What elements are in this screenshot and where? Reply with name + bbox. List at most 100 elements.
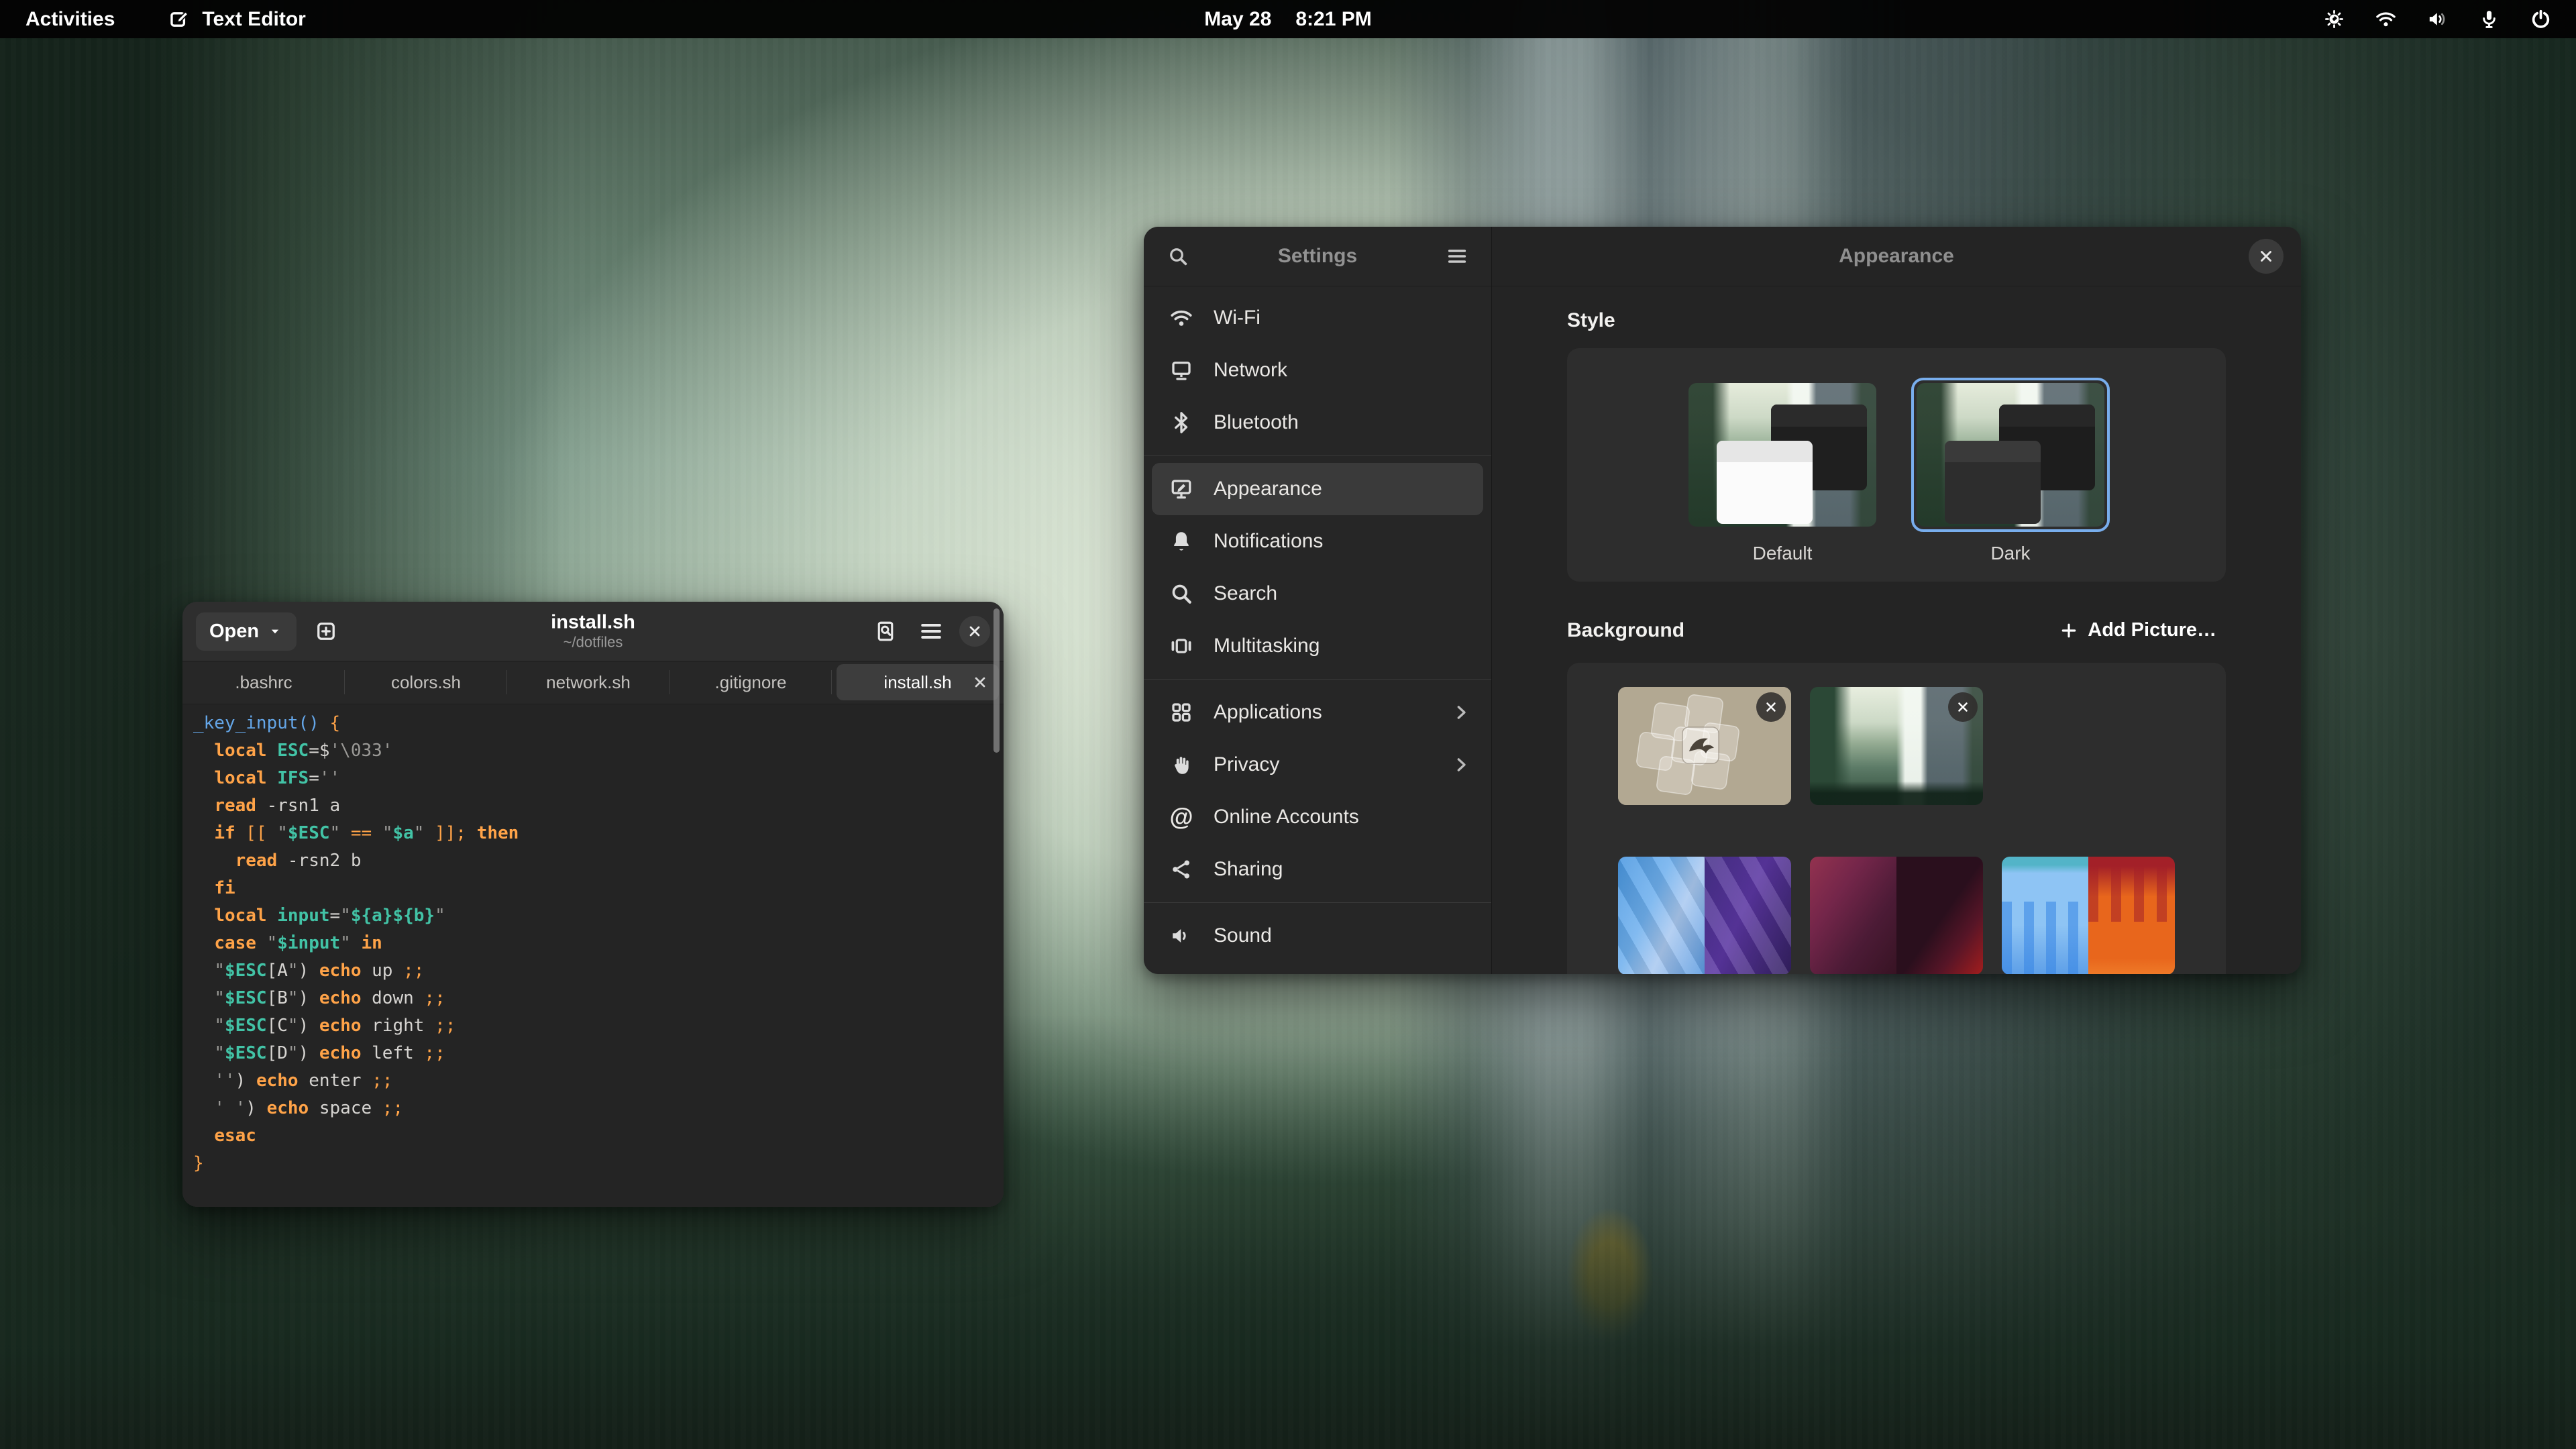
- wifi-icon[interactable]: [2375, 8, 2397, 30]
- tab-bar: .bashrc colors.sh network.sh .gitignore …: [182, 661, 1004, 704]
- forest-waterfall-wallpaper[interactable]: [1810, 687, 1983, 805]
- style-option-dark[interactable]: Dark: [1911, 378, 2110, 582]
- focused-app-indicator[interactable]: Text Editor: [158, 0, 316, 38]
- tab-label: install.sh: [883, 672, 951, 693]
- code-line: read -rsn1 a: [193, 792, 1004, 820]
- document-search-button[interactable]: [868, 614, 903, 649]
- background-card: [1567, 663, 2226, 974]
- text-editor-headerbar: Open install.sh ~/dotfiles: [182, 602, 1004, 661]
- code-line: _new_line_foreach_item() {: [193, 1205, 1004, 1207]
- red-waves-wallpaper[interactable]: [1810, 857, 1983, 974]
- hamburger-menu-icon: [919, 619, 943, 643]
- sidebar-item-applications[interactable]: Applications: [1152, 686, 1483, 739]
- close-window-button[interactable]: [959, 616, 990, 647]
- search-button[interactable]: [1161, 239, 1195, 273]
- glass-tiles-wallpaper[interactable]: [1618, 687, 1791, 805]
- new-tab-icon: [314, 619, 338, 643]
- code-line: "$ESC[C") echo right ;;: [193, 1012, 1004, 1040]
- close-icon: [1764, 700, 1778, 714]
- sidebar-item-label: Appearance: [1214, 478, 1322, 500]
- tab-network.sh[interactable]: network.sh: [507, 661, 669, 704]
- sidebar-item-appearance[interactable]: Appearance: [1152, 463, 1483, 515]
- sidebar-item-multitasking[interactable]: Multitasking: [1152, 620, 1483, 672]
- style-preview-dark: [1917, 383, 2104, 527]
- sidebar-item-sharing[interactable]: Sharing: [1152, 843, 1483, 896]
- top-bar: Activities Text Editor May 28 8:21 PM: [0, 0, 2576, 38]
- document-search-icon: [873, 619, 898, 643]
- at-icon: @: [1169, 805, 1193, 829]
- hexagons-wallpaper[interactable]: [1618, 857, 1791, 974]
- sidebar-item-online-accounts[interactable]: @ Online Accounts: [1152, 791, 1483, 843]
- close-icon: [1955, 700, 1970, 714]
- code-line: if [[ "$ESC" == "$a" ]]; then: [193, 820, 1004, 847]
- time-label: 8:21 PM: [1295, 8, 1371, 31]
- tab-colors.sh[interactable]: colors.sh: [345, 661, 507, 704]
- sidebar-item-privacy[interactable]: Privacy: [1152, 739, 1483, 791]
- multitasking-icon: [1169, 634, 1193, 658]
- chevron-right-icon: [1451, 702, 1471, 722]
- sidebar-item-search[interactable]: Search: [1152, 568, 1483, 620]
- panel-headerbar: Appearance: [1492, 227, 2301, 286]
- sidebar-item-bluetooth[interactable]: Bluetooth: [1152, 396, 1483, 449]
- power-icon[interactable]: [2530, 8, 2552, 30]
- remove-wallpaper-button[interactable]: [1948, 692, 1978, 722]
- document-folder: ~/dotfiles: [551, 634, 635, 651]
- activities-label: Activities: [25, 8, 115, 31]
- sidebar-item-label: Applications: [1214, 701, 1322, 724]
- tab-.bashrc[interactable]: .bashrc: [182, 661, 345, 704]
- desktop: Activities Text Editor May 28 8:21 PM Op…: [0, 0, 2576, 1449]
- code-line: local input="${a}${b}": [193, 902, 1004, 930]
- document-name: install.sh: [551, 612, 635, 634]
- code-line: }: [193, 1150, 1004, 1177]
- close-settings-button[interactable]: [2249, 239, 2284, 274]
- microphone-icon[interactable]: [2478, 8, 2500, 30]
- sidebar-item-label: Multitasking: [1214, 635, 1320, 657]
- sidebar-item-label: Bluetooth: [1214, 411, 1299, 434]
- sidebar-item-wi-fi[interactable]: Wi-Fi: [1152, 292, 1483, 344]
- plus-icon: [2059, 621, 2078, 640]
- sidebar-divider: [1144, 679, 1491, 680]
- system-status-area[interactable]: [2323, 0, 2576, 38]
- sidebar-item-sound[interactable]: Sound: [1152, 910, 1483, 962]
- sidebar-item-notifications[interactable]: Notifications: [1152, 515, 1483, 568]
- style-preview-default: [1688, 383, 1876, 527]
- sidebar-item-network[interactable]: Network: [1152, 344, 1483, 396]
- tab-install.sh[interactable]: install.sh: [837, 664, 999, 700]
- editor-scrollbar[interactable]: [994, 608, 1000, 753]
- text-editor-app-icon: [168, 8, 191, 31]
- style-option-default[interactable]: Default: [1683, 378, 1882, 582]
- code-line: _key_input() {: [193, 710, 1004, 737]
- primary-menu-button[interactable]: [1440, 239, 1474, 273]
- activities-button[interactable]: Activities: [0, 0, 140, 38]
- code-line: read -rsn2 b: [193, 847, 1004, 875]
- night-light-icon[interactable]: [2323, 8, 2345, 30]
- style-option-label: Dark: [1990, 543, 2030, 564]
- close-icon: [2257, 248, 2275, 265]
- settings-content: Appearance Style Default Dark Background: [1492, 227, 2301, 974]
- sidebar-item-label: Search: [1214, 582, 1277, 605]
- open-button[interactable]: Open: [196, 612, 297, 651]
- sidebar-headerbar: Settings: [1144, 227, 1491, 286]
- remove-wallpaper-button[interactable]: [1756, 692, 1786, 722]
- text-editor-window: Open install.sh ~/dotfiles: [182, 602, 1004, 1207]
- tab-close-icon[interactable]: [972, 674, 988, 690]
- code-line: case "$input" in: [193, 930, 1004, 957]
- code-editor-area[interactable]: _key_input() { local ESC=$'\033' local I…: [182, 704, 1004, 1207]
- sidebar-item-power[interactable]: Power: [1152, 962, 1483, 974]
- sidebar-divider: [1144, 455, 1491, 456]
- tab-.gitignore[interactable]: .gitignore: [669, 661, 832, 704]
- settings-window: Settings Wi-Fi Network Bluetooth Appeara…: [1144, 227, 2301, 974]
- tab-label: colors.sh: [391, 672, 461, 693]
- main-menu-button[interactable]: [914, 614, 949, 649]
- clock-button[interactable]: May 28 8:21 PM: [1204, 8, 1371, 31]
- add-picture-button[interactable]: Add Picture…: [2050, 612, 2226, 648]
- background-section-label: Background: [1567, 619, 1684, 642]
- grid-icon: [1169, 700, 1193, 724]
- tab-label: .gitignore: [715, 672, 787, 693]
- new-tab-button[interactable]: [309, 614, 343, 649]
- code-line: local ESC=$'\033': [193, 737, 1004, 765]
- code-line: "$ESC[D") echo left ;;: [193, 1040, 1004, 1067]
- search-icon: [1169, 582, 1193, 606]
- drips-wallpaper[interactable]: [2002, 857, 2175, 974]
- volume-icon[interactable]: [2426, 8, 2449, 30]
